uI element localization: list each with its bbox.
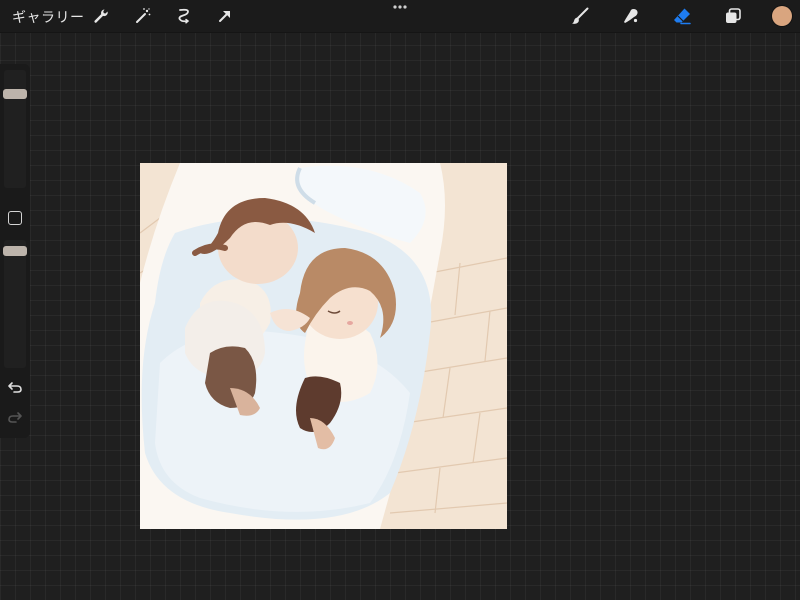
selection-button[interactable] xyxy=(174,6,194,26)
magic-wand-icon xyxy=(136,8,151,23)
color-picker-button[interactable] xyxy=(772,6,792,26)
actions-wrench-button[interactable] xyxy=(91,6,111,26)
eraser-icon xyxy=(674,8,691,25)
modify-button[interactable] xyxy=(8,211,22,225)
wrench-icon xyxy=(94,9,108,23)
ellipsis-icon xyxy=(393,5,407,9)
eraser-button[interactable] xyxy=(672,6,692,26)
opacity-slider-handle[interactable] xyxy=(3,245,27,256)
paint-brush-button[interactable] xyxy=(570,6,590,26)
more-options-button[interactable] xyxy=(390,2,410,12)
artwork-illustration xyxy=(140,163,507,529)
smudge-button[interactable] xyxy=(621,6,641,26)
transform-arrow-icon xyxy=(219,11,230,22)
top-toolbar: ギャラリー xyxy=(0,0,800,33)
transform-button[interactable] xyxy=(215,6,235,26)
left-sidebar xyxy=(0,64,30,438)
gallery-button[interactable]: ギャラリー xyxy=(12,7,85,27)
redo-icon xyxy=(8,412,22,423)
undo-button[interactable] xyxy=(7,379,23,395)
opacity-slider[interactable] xyxy=(4,240,26,368)
brush-size-slider[interactable] xyxy=(4,70,26,188)
smudge-icon xyxy=(624,9,638,23)
layers-button[interactable] xyxy=(723,6,743,26)
adjustments-wand-button[interactable] xyxy=(133,6,153,26)
drawing-canvas[interactable] xyxy=(140,163,507,529)
layers-icon xyxy=(726,8,741,23)
selection-icon xyxy=(178,8,190,24)
redo-button[interactable] xyxy=(7,409,23,425)
brush-icon xyxy=(572,7,589,24)
undo-icon xyxy=(8,382,22,393)
brush-size-slider-handle[interactable] xyxy=(3,89,27,100)
